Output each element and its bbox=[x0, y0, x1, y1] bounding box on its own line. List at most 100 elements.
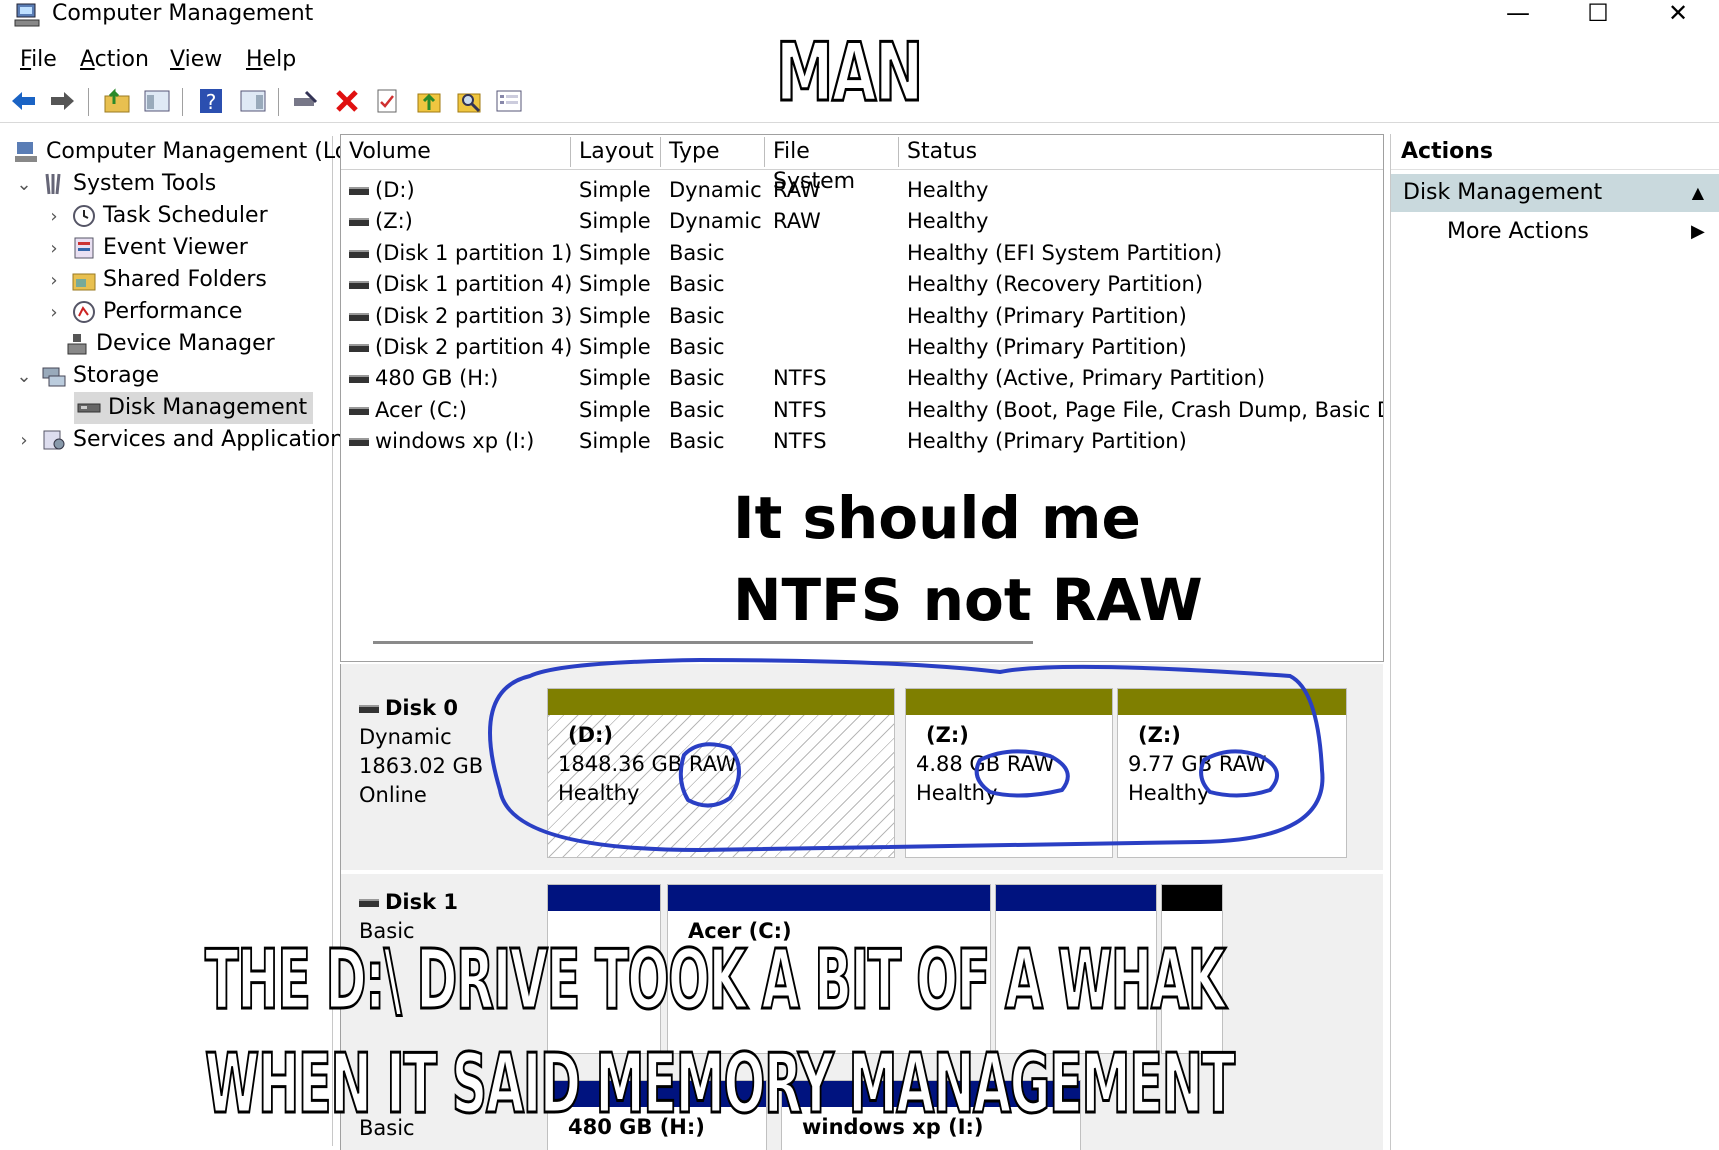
volume-row[interactable]: (D:) Simple Dynamic RAW Healthy bbox=[341, 175, 1383, 206]
column-header-type[interactable]: Type bbox=[661, 137, 765, 167]
minimize-button[interactable]: — bbox=[1488, 0, 1548, 30]
import-icon[interactable] bbox=[414, 86, 444, 116]
menu-view[interactable]: View bbox=[170, 44, 222, 76]
partition-z-2[interactable]: (Z:) 9.77 GB RAW Healthy bbox=[1117, 688, 1347, 858]
disk-0-label[interactable]: Disk 0 Dynamic 1863.02 GB Online bbox=[341, 694, 539, 872]
volume-cell-text: (Disk 2 partition 3) bbox=[375, 303, 571, 328]
tree-item-shared-folders[interactable]: › Shared Folders bbox=[44, 264, 267, 297]
chevron-right-icon[interactable]: › bbox=[44, 297, 64, 329]
partition-z-1[interactable]: (Z:) 4.88 GB RAW Healthy bbox=[905, 688, 1113, 858]
tree-item-performance[interactable]: › Performance bbox=[44, 296, 242, 329]
volume-row[interactable]: (Z:) Simple Dynamic RAW Healthy bbox=[341, 206, 1383, 237]
partition-fs: RAW bbox=[688, 752, 737, 776]
submenu-arrow-icon[interactable]: ▶ bbox=[1691, 214, 1705, 250]
chevron-right-icon[interactable]: › bbox=[44, 201, 64, 233]
volume-cell-fs: RAW bbox=[773, 175, 899, 206]
column-header-file-system[interactable]: File System bbox=[765, 137, 899, 194]
volume-row[interactable]: Acer (C:) Simple Basic NTFS Healthy (Boot, P… bbox=[341, 395, 1383, 426]
show-hide-tree-icon[interactable] bbox=[142, 86, 172, 116]
volume-cell-text: Acer (C:) bbox=[375, 397, 467, 422]
properties-icon[interactable] bbox=[372, 86, 402, 116]
volume-cell-text: (D:) bbox=[375, 178, 415, 202]
volume-row[interactable]: (Disk 2 partition 4) Simple Basic Healthy (… bbox=[341, 332, 1383, 363]
volume-row[interactable]: (Disk 2 partition 3) Simple Basic Healthy (… bbox=[341, 301, 1383, 332]
horizontal-scrollbar[interactable] bbox=[373, 641, 1033, 644]
chevron-right-icon[interactable]: › bbox=[44, 265, 64, 297]
volume-cell-type: Basic bbox=[669, 301, 765, 332]
disk-icon bbox=[359, 705, 379, 713]
disk-name: Disk 0 bbox=[385, 696, 459, 720]
maximize-button[interactable]: ☐ bbox=[1568, 0, 1628, 30]
partition-info: (Z:) 4.88 GB RAW Healthy bbox=[910, 721, 1108, 853]
connect-icon[interactable] bbox=[290, 86, 320, 116]
column-header-layout[interactable]: Layout bbox=[571, 137, 661, 167]
delete-icon[interactable] bbox=[332, 86, 362, 116]
annotation-line-1: It should me bbox=[733, 484, 1141, 552]
toolbar-separator bbox=[88, 88, 89, 116]
forward-arrow-icon[interactable] bbox=[48, 86, 78, 116]
up-folder-icon[interactable] bbox=[102, 86, 132, 116]
meme-bottom-caption-line-2: WHEN IT SAID MEMORY MANAGEMENT bbox=[204, 1037, 1236, 1132]
volume-cell-text: Simple bbox=[579, 366, 651, 391]
tree-item-label: Shared Folders bbox=[103, 267, 267, 292]
help-icon[interactable]: ? bbox=[196, 86, 226, 116]
action-pane-icon[interactable] bbox=[238, 86, 268, 116]
menu-help-label: elp bbox=[262, 47, 297, 72]
tree-item-system-tools[interactable]: ⌄ System Tools bbox=[14, 168, 216, 201]
volume-cell-layout: Simple bbox=[579, 332, 661, 363]
tree-item-task-scheduler[interactable]: › Task Scheduler bbox=[44, 200, 267, 233]
chevron-right-icon[interactable]: › bbox=[44, 233, 64, 265]
tree-item-services[interactable]: › Services and Application bbox=[14, 424, 344, 457]
volume-cell-status: Healthy (Primary Partition) bbox=[907, 426, 1383, 457]
volume-row[interactable]: 480 GB (H:) Simple Basic NTFS Healthy (Activ… bbox=[341, 363, 1383, 394]
chevron-right-icon[interactable]: › bbox=[14, 425, 34, 457]
actions-header: Actions bbox=[1391, 134, 1719, 170]
tree-item-device-manager[interactable]: Device Manager bbox=[64, 328, 275, 360]
tree-item-disk-management[interactable]: Disk Management bbox=[74, 392, 314, 424]
volume-row[interactable]: (Disk 1 partition 1) Simple Basic Healthy (… bbox=[341, 238, 1383, 269]
volume-icon bbox=[349, 312, 369, 321]
volume-cell-fs: NTFS bbox=[773, 426, 899, 457]
menu-file[interactable]: File bbox=[20, 44, 57, 76]
tree-item-root[interactable]: Computer Management (Lo bbox=[14, 136, 348, 168]
back-arrow-icon[interactable] bbox=[8, 86, 38, 116]
partition-d[interactable]: (D:) 1848.36 GB RAW Healthy bbox=[547, 688, 895, 858]
volume-cell-volume: windows xp (I:) bbox=[349, 426, 571, 457]
volume-row[interactable]: (Disk 1 partition 4) Simple Basic Healthy (… bbox=[341, 269, 1383, 300]
chevron-down-icon[interactable]: ⌄ bbox=[14, 169, 34, 201]
services-icon bbox=[43, 430, 65, 450]
column-header-volume[interactable]: Volume bbox=[341, 137, 571, 167]
menu-action-label: ction bbox=[94, 47, 149, 72]
volume-cell-status: Healthy bbox=[907, 175, 1383, 206]
volume-cell-volume: Acer (C:) bbox=[349, 395, 571, 426]
volume-cell-text: NTFS bbox=[773, 366, 827, 391]
volume-icon bbox=[349, 281, 369, 290]
chevron-down-icon[interactable]: ⌄ bbox=[14, 361, 34, 393]
volume-row[interactable]: windows xp (I:) Simple Basic NTFS Healthy (P… bbox=[341, 426, 1383, 457]
partition-status: Healthy bbox=[558, 781, 640, 805]
actions-section-label: Disk Management bbox=[1403, 180, 1603, 205]
tree-item-storage[interactable]: ⌄ Storage bbox=[14, 360, 159, 393]
volume-cell-layout: Simple bbox=[579, 301, 661, 332]
tree-item-label: Computer Management (Lo bbox=[46, 139, 349, 164]
search-icon[interactable] bbox=[454, 86, 484, 116]
volume-cell-text: Healthy bbox=[907, 178, 989, 202]
volume-cell-layout: Simple bbox=[579, 269, 661, 300]
close-button[interactable]: ✕ bbox=[1648, 0, 1708, 30]
menu-help[interactable]: Help bbox=[246, 44, 296, 76]
menu-action[interactable]: Action bbox=[80, 44, 149, 76]
volume-cell-text: Basic bbox=[669, 429, 725, 454]
column-header-status[interactable]: Status bbox=[899, 137, 1383, 167]
list-view-icon[interactable] bbox=[494, 86, 524, 116]
partition-name: (Z:) bbox=[1138, 723, 1181, 747]
actions-pane: Actions Disk Management ▲ More Actions ▶ bbox=[1390, 134, 1719, 1150]
volume-cell-layout: Simple bbox=[579, 238, 661, 269]
menu-file-accesskey: F bbox=[20, 47, 32, 72]
volume-cell-text: Healthy (Recovery Partition) bbox=[907, 272, 1204, 297]
partition-bar bbox=[548, 689, 894, 715]
tree-item-event-viewer[interactable]: › Event Viewer bbox=[44, 232, 247, 265]
collapse-up-icon[interactable]: ▲ bbox=[1692, 174, 1704, 212]
volume-cell-type: Basic bbox=[669, 363, 765, 394]
actions-section-disk-management[interactable]: Disk Management ▲ bbox=[1391, 174, 1719, 212]
more-actions-item[interactable]: More Actions bbox=[1447, 214, 1589, 250]
